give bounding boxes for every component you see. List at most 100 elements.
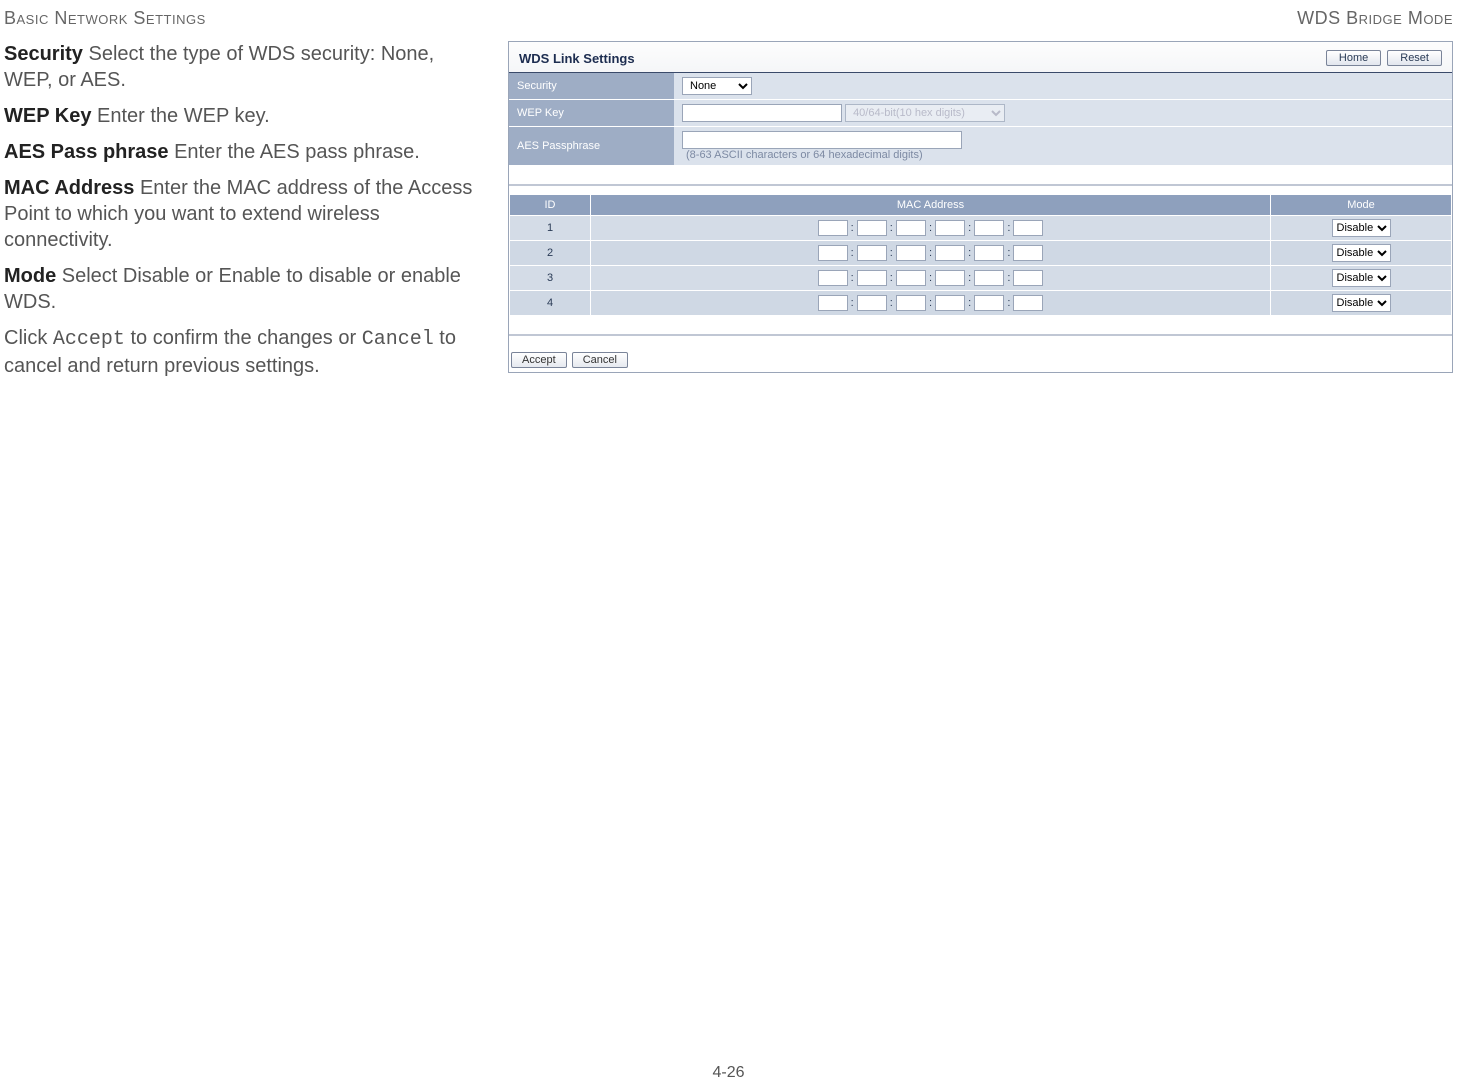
term-aes: AES Pass phrase [4, 141, 169, 163]
section-divider [509, 334, 1452, 336]
mac-sep: : [890, 272, 893, 284]
mac-sep: : [929, 272, 932, 284]
mac-sep: : [890, 247, 893, 259]
mac-octet-input[interactable] [1013, 295, 1043, 311]
mac-table: ID MAC Address Mode 1 : : : : : Disable [509, 194, 1452, 316]
desc-actions: Click Accept to confirm the changes or C… [4, 325, 484, 379]
mac-octet-input[interactable] [974, 295, 1004, 311]
mac-sep: : [968, 247, 971, 259]
mac-octet-input[interactable] [818, 245, 848, 261]
accept-button[interactable]: Accept [511, 352, 567, 368]
text-mode: Select Disable or Enable to disable or e… [4, 265, 461, 313]
desc-aes: AES Pass phrase Enter the AES pass phras… [4, 139, 484, 165]
panel-title: WDS Link Settings [519, 51, 635, 66]
mac-sep: : [1007, 247, 1010, 259]
wds-settings-panel: WDS Link Settings Home Reset Security No… [508, 41, 1453, 373]
mac-octet-input[interactable] [935, 270, 965, 286]
desc-mac: MAC Address Enter the MAC address of the… [4, 175, 484, 253]
aes-hint: (8-63 ASCII characters or 64 hexadecimal… [682, 149, 1444, 161]
home-button[interactable]: Home [1326, 50, 1381, 66]
mac-sep: : [851, 247, 854, 259]
mac-octet-input[interactable] [896, 245, 926, 261]
description-column: Security Select the type of WDS security… [4, 41, 484, 389]
mac-octet-input[interactable] [1013, 220, 1043, 236]
mac-octet-input[interactable] [974, 220, 1004, 236]
mac-sep: : [929, 222, 932, 234]
mac-octet-input[interactable] [974, 270, 1004, 286]
mode-select[interactable]: Disable [1332, 219, 1391, 237]
label-security: Security [509, 73, 674, 100]
col-mac: MAC Address [591, 195, 1270, 215]
desc-security: Security Select the type of WDS security… [4, 41, 484, 93]
mac-octet-input[interactable] [857, 220, 887, 236]
mac-sep: : [968, 272, 971, 284]
table-row: 2 : : : : : Disable [510, 241, 1451, 265]
mac-octet-input[interactable] [935, 220, 965, 236]
col-id: ID [510, 195, 590, 215]
mode-select[interactable]: Disable [1332, 244, 1391, 262]
mac-octet-input[interactable] [1013, 270, 1043, 286]
desc-mode: Mode Select Disable or Enable to disable… [4, 263, 484, 315]
mac-octet-input[interactable] [818, 270, 848, 286]
mac-sep: : [890, 222, 893, 234]
mac-sep: : [851, 297, 854, 309]
cell-mac: : : : : : [591, 216, 1270, 240]
mac-octet-input[interactable] [935, 245, 965, 261]
mac-sep: : [1007, 297, 1010, 309]
cell-id: 4 [510, 291, 590, 315]
mac-octet-input[interactable] [857, 245, 887, 261]
cell-mac: : : : : : [591, 241, 1270, 265]
table-row: 4 : : : : : Disable [510, 291, 1451, 315]
mac-octet-input[interactable] [935, 295, 965, 311]
mac-sep: : [929, 247, 932, 259]
mac-sep: : [929, 297, 932, 309]
table-row: 1 : : : : : Disable [510, 216, 1451, 240]
wepkey-input[interactable] [682, 104, 842, 122]
term-mode: Mode [4, 265, 56, 287]
mac-octet-input[interactable] [857, 295, 887, 311]
text-aes: Enter the AES pass phrase. [169, 141, 420, 163]
mac-octet-input[interactable] [818, 220, 848, 236]
mono-cancel: Cancel [362, 328, 434, 351]
aes-input[interactable] [682, 131, 962, 149]
label-aes: AES Passphrase [509, 127, 674, 166]
header-left: Basic Network Settings [4, 8, 206, 29]
mac-sep: : [968, 297, 971, 309]
mac-sep: : [968, 222, 971, 234]
mac-sep: : [851, 272, 854, 284]
mac-octet-input[interactable] [1013, 245, 1043, 261]
term-wepkey: WEP Key [4, 105, 91, 127]
page-number: 4-26 [0, 1064, 1457, 1082]
mac-octet-input[interactable] [818, 295, 848, 311]
mode-select[interactable]: Disable [1332, 269, 1391, 287]
mac-octet-input[interactable] [974, 245, 1004, 261]
settings-table: Security None WEP Key 40/64-bit(10 hex d… [509, 73, 1452, 166]
wepmode-select[interactable]: 40/64-bit(10 hex digits) [845, 104, 1005, 122]
cancel-button[interactable]: Cancel [572, 352, 628, 368]
mac-sep: : [1007, 272, 1010, 284]
mac-sep: : [851, 222, 854, 234]
mac-sep: : [1007, 222, 1010, 234]
cell-id: 3 [510, 266, 590, 290]
mac-octet-input[interactable] [857, 270, 887, 286]
label-wepkey: WEP Key [509, 100, 674, 127]
security-select[interactable]: None [682, 77, 752, 95]
reset-button[interactable]: Reset [1387, 50, 1442, 66]
cell-mac: : : : : : [591, 266, 1270, 290]
mode-select[interactable]: Disable [1332, 294, 1391, 312]
mac-octet-input[interactable] [896, 270, 926, 286]
mono-accept: Accept [53, 328, 125, 351]
cell-mac: : : : : : [591, 291, 1270, 315]
text-click-mid: to confirm the changes or [125, 327, 362, 349]
mac-octet-input[interactable] [896, 220, 926, 236]
mac-sep: : [890, 297, 893, 309]
mac-octet-input[interactable] [896, 295, 926, 311]
table-row: 3 : : : : : Disable [510, 266, 1451, 290]
section-divider [509, 184, 1452, 186]
text-wepkey: Enter the WEP key. [91, 105, 269, 127]
cell-id: 1 [510, 216, 590, 240]
text-click-pre: Click [4, 327, 53, 349]
desc-wepkey: WEP Key Enter the WEP key. [4, 103, 484, 129]
cell-id: 2 [510, 241, 590, 265]
term-security: Security [4, 43, 83, 65]
